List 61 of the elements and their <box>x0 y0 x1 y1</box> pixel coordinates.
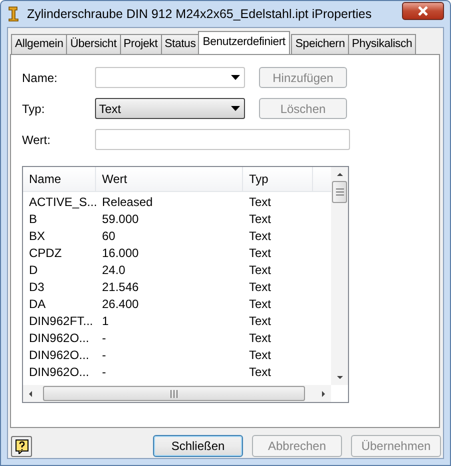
table-cell-text: Text <box>248 211 272 228</box>
tab[interactable]: Status <box>160 34 200 54</box>
tab[interactable]: Benutzerdefiniert <box>198 31 290 54</box>
table-cell-text: DA <box>28 296 47 313</box>
table-cell-text: - <box>101 330 107 347</box>
table-cell-text: Text <box>248 347 272 364</box>
type-dropdown[interactable]: Text <box>95 98 245 119</box>
window-title: Zylinderschraube DIN 912 M24x2x65_Edelstahl.ipt iProperties <box>27 7 373 21</box>
table-cell-text: DIN962O... <box>28 347 90 364</box>
table-cell-text: CPDZ <box>28 245 63 262</box>
table-cell-text: DIN962O... <box>28 364 90 381</box>
table-cell-text: Text <box>248 245 272 262</box>
field-label: Wert: <box>22 132 52 146</box>
help-icon <box>14 438 28 454</box>
dropdown-arrow-icon[interactable] <box>230 75 240 80</box>
tab[interactable]: Allgemein <box>11 34 68 54</box>
app-icon <box>7 6 21 22</box>
table-cell-text: Text <box>248 262 272 279</box>
horizontal-scrollbar[interactable] <box>23 385 331 402</box>
table-cell-text: DIN962FT... <box>28 313 94 330</box>
help-button[interactable] <box>11 436 32 456</box>
tab[interactable]: Projekt <box>120 34 162 54</box>
dialog-button[interactable]: Schließen <box>153 435 243 457</box>
table-cell-text: Text <box>248 364 272 381</box>
dropdown-arrow-icon[interactable] <box>230 106 240 111</box>
table-cell-text: Text <box>248 313 272 330</box>
table-cell-text: D3 <box>28 279 46 296</box>
field-label: Typ: <box>22 102 46 116</box>
table-cell-text: - <box>101 364 107 381</box>
table-cell-text: DIN962O... <box>28 330 90 347</box>
table-cell-text: - <box>101 347 107 364</box>
vertical-scrollbar[interactable] <box>331 167 348 385</box>
table-cell-text: 21.546 <box>101 279 140 296</box>
close-icon <box>417 6 429 16</box>
table-cell-text: Text <box>248 228 272 245</box>
table-cell-text: D <box>28 262 39 279</box>
table-cell-text: Text <box>248 194 272 211</box>
grip-icon <box>170 390 178 398</box>
close-button[interactable] <box>402 2 444 20</box>
table-cell-text: BX <box>28 228 46 245</box>
value-field[interactable] <box>95 129 350 150</box>
table-cell-text: Text <box>248 279 272 296</box>
table-cell-text: Released <box>101 194 154 211</box>
tab[interactable]: Physikalisch <box>348 34 416 54</box>
table-cell-text: 16.000 <box>101 245 140 262</box>
field-label: Name: <box>22 70 58 84</box>
table-cell-text: 1 <box>101 313 110 330</box>
column-header[interactable]: Wert <box>96 167 243 191</box>
table-cell-text: Text <box>248 330 272 347</box>
table-cell-text: 26.400 <box>101 296 140 313</box>
grip-icon <box>336 188 344 196</box>
table-cell-text: 59.000 <box>101 211 140 228</box>
table-cell-text: ACTIVE_S... <box>28 194 96 211</box>
table-cell-text: Text <box>248 296 272 313</box>
tab[interactable]: Übersicht <box>66 34 121 54</box>
tab[interactable]: Speichern <box>291 34 349 54</box>
column-header[interactable]: Name <box>23 167 96 191</box>
table-cell-text: 24.0 <box>101 262 126 279</box>
column-header[interactable]: Typ <box>243 167 313 191</box>
table-cell-text: 60 <box>101 228 116 245</box>
table-cell-text: B <box>28 211 38 228</box>
